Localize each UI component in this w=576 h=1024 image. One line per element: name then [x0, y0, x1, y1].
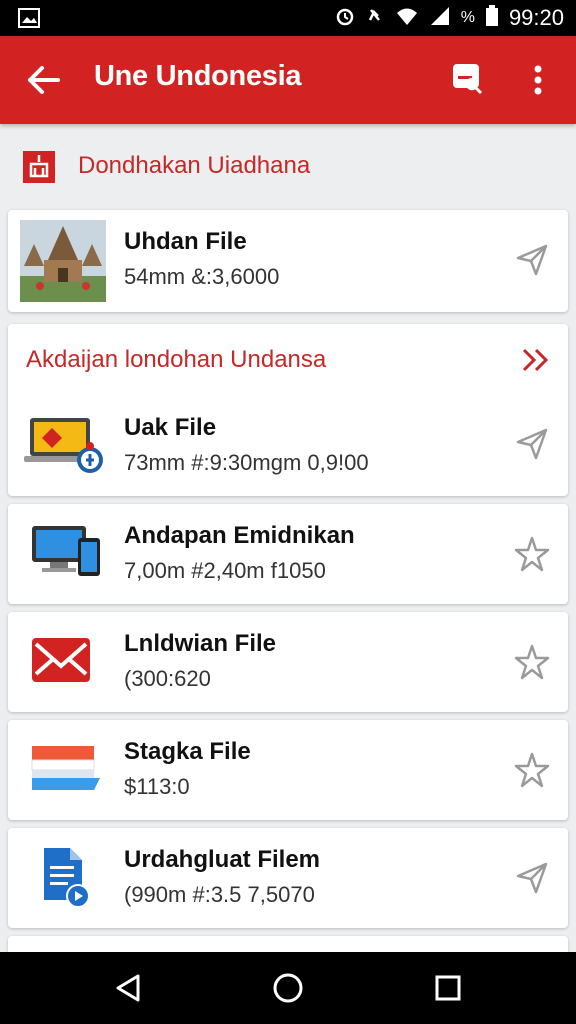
section-card: Akdaijan londohan Undansa Uak File 73mm …: [8, 324, 568, 496]
status-time: 99:20: [508, 5, 564, 30]
star-icon: [512, 752, 552, 794]
devices-icon: [20, 524, 106, 606]
item-title: Urdahgluat Filem: [124, 846, 321, 873]
section-header: Dondhakan Uiadhana: [0, 124, 576, 208]
square-recents-icon: [430, 975, 466, 1010]
battery-icon: [485, 4, 499, 32]
temple-thumbnail: [20, 220, 106, 302]
favorite-button[interactable]: [512, 750, 552, 790]
wifi-icon: [395, 6, 419, 31]
back-nav-button[interactable]: [110, 970, 146, 1006]
send-icon: [512, 862, 552, 902]
list-item[interactable]: Andapan Emidnikan 7,00m #2,40m f1050: [8, 504, 568, 604]
mail-icon: [20, 632, 106, 714]
document-icon: [20, 844, 106, 926]
double-chevron-right-icon: [518, 348, 554, 380]
send-button[interactable]: [512, 240, 552, 280]
star-icon: [512, 536, 552, 578]
send-button[interactable]: [512, 858, 552, 898]
status-bar: % 99:20: [0, 0, 576, 36]
navigation-bar: [0, 952, 576, 1024]
item-meta: 7,00m #2,40m f1050: [124, 558, 326, 583]
send-icon: [512, 428, 552, 468]
item-meta: (990m #:3.5 7,5070: [124, 882, 315, 907]
list-item[interactable]: Uak File 73mm #:9:30mgm 0,9!00: [8, 394, 568, 496]
send-button[interactable]: [512, 424, 552, 464]
alarm-icon: [335, 6, 355, 31]
item-title: Stagka File: [124, 738, 251, 765]
search-button[interactable]: [448, 60, 488, 100]
featured-file-card[interactable]: Uhdan File 54mm &:3,6000: [8, 210, 568, 312]
item-meta: $113:0: [124, 774, 190, 799]
list-item[interactable]: Urdahgluat Filem (990m #:3.5 7,5070: [8, 828, 568, 928]
recents-nav-button[interactable]: [430, 970, 466, 1006]
featured-file-meta: 54mm &:3,6000: [124, 264, 280, 289]
arrow-back-icon: [24, 66, 64, 104]
laptop-icon: [20, 414, 106, 496]
overflow-menu-button[interactable]: [522, 60, 554, 100]
signal-icon: [429, 6, 451, 31]
search-document-icon: [448, 64, 488, 104]
item-title: Uak File: [124, 414, 217, 441]
battery-label: %: [460, 9, 475, 26]
back-button[interactable]: [24, 60, 64, 100]
star-icon: [512, 644, 552, 686]
app-title: Une Undonesia: [94, 60, 302, 92]
home-nav-button[interactable]: [270, 970, 306, 1006]
item-meta: 73mm #:9:30mgm 0,9!00: [124, 450, 369, 475]
favorite-button[interactable]: [512, 642, 552, 682]
card-icon: [20, 740, 106, 822]
more-vert-icon: [522, 65, 554, 104]
section-more-button[interactable]: [518, 344, 554, 376]
mute-icon: [365, 6, 385, 31]
send-icon: [512, 244, 552, 284]
building-icon: [22, 150, 56, 184]
section-header-title: Dondhakan Uiadhana: [78, 152, 311, 179]
item-meta: (300:620: [124, 666, 211, 691]
circle-home-icon: [270, 973, 306, 1010]
featured-file-title: Uhdan File: [124, 228, 247, 255]
list-item[interactable]: Lnldwian File (300:620: [8, 612, 568, 712]
triangle-back-icon: [110, 974, 146, 1010]
app-bar: Une Undonesia: [0, 36, 576, 124]
list-item[interactable]: Stagka File $113:0: [8, 720, 568, 820]
item-title: Lnldwian File: [124, 630, 277, 657]
favorite-button[interactable]: [512, 534, 552, 574]
section-title: Akdaijan londohan Undansa: [26, 346, 327, 373]
gallery-icon: [18, 8, 40, 33]
item-title: Andapan Emidnikan: [124, 522, 355, 549]
